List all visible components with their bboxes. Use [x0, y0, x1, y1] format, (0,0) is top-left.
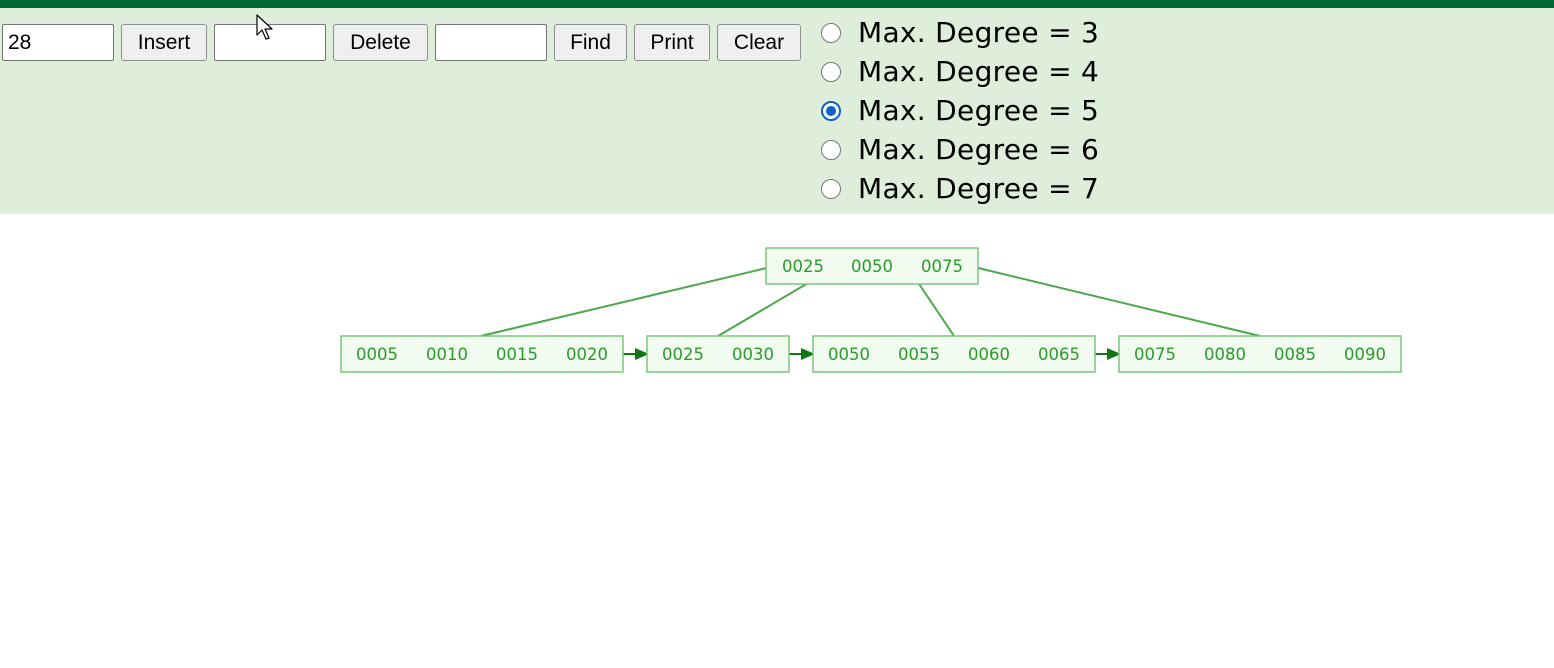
control-panel: Insert Delete Find Print Clear Max. Degr… [0, 8, 1554, 214]
leaf-key: 0060 [968, 345, 1010, 364]
find-button[interactable]: Find [554, 24, 627, 61]
print-button[interactable]: Print [634, 24, 710, 61]
leaf-key: 0085 [1274, 345, 1316, 364]
radio-button[interactable] [821, 62, 841, 82]
leaf-key: 0005 [356, 345, 398, 364]
delete-button[interactable]: Delete [333, 24, 428, 61]
radio-button[interactable] [821, 23, 841, 43]
radio-button[interactable] [821, 179, 841, 199]
leaf-key: 0030 [732, 345, 774, 364]
bplus-tree-canvas: 0025 0050 0075 0005 0010 0015 0020 0025 … [340, 247, 1402, 373]
insert-input[interactable] [2, 24, 114, 61]
root-key: 0075 [921, 257, 963, 276]
leaf-node: 0075 0080 0085 0090 [1118, 335, 1402, 373]
clear-button[interactable]: Clear [717, 24, 801, 61]
max-degree-option-6[interactable]: Max. Degree = 6 [820, 133, 1140, 172]
leaf-key: 0010 [426, 345, 468, 364]
max-degree-option-5[interactable]: Max. Degree = 5 [820, 94, 1140, 133]
leaf-node: 0050 0055 0060 0065 [812, 335, 1096, 373]
insert-button[interactable]: Insert [121, 24, 207, 61]
radio-button[interactable] [821, 140, 841, 160]
radio-button[interactable] [821, 101, 841, 121]
leaf-key: 0020 [566, 345, 608, 364]
max-degree-label: Max. Degree = 6 [858, 133, 1100, 166]
max-degree-label: Max. Degree = 7 [858, 172, 1100, 205]
leaf-key: 0050 [828, 345, 870, 364]
max-degree-label: Max. Degree = 4 [858, 55, 1100, 88]
leaf-key: 0055 [898, 345, 940, 364]
tree-edge [969, 265, 1261, 337]
root-key: 0025 [782, 257, 824, 276]
leaf-key: 0065 [1038, 345, 1080, 364]
root-key: 0050 [851, 257, 893, 276]
leaf-node: 0005 0010 0015 0020 [340, 335, 624, 373]
tree-edge [480, 265, 776, 337]
root-node: 0025 0050 0075 [765, 247, 979, 285]
max-degree-label: Max. Degree = 5 [858, 94, 1100, 127]
max-degree-option-4[interactable]: Max. Degree = 4 [820, 55, 1140, 94]
max-degree-option-7[interactable]: Max. Degree = 7 [820, 172, 1140, 211]
header-bar [0, 0, 1554, 8]
find-input[interactable] [435, 24, 547, 61]
max-degree-option-3[interactable]: Max. Degree = 3 [820, 16, 1140, 55]
leaf-node: 0025 0030 [646, 335, 790, 373]
leaf-key: 0090 [1344, 345, 1386, 364]
leaf-key: 0015 [496, 345, 538, 364]
leaf-key: 0075 [1134, 345, 1176, 364]
leaf-key: 0025 [662, 345, 704, 364]
mouse-pointer-icon [256, 14, 273, 40]
leaf-key: 0080 [1204, 345, 1246, 364]
max-degree-label: Max. Degree = 3 [858, 16, 1100, 49]
